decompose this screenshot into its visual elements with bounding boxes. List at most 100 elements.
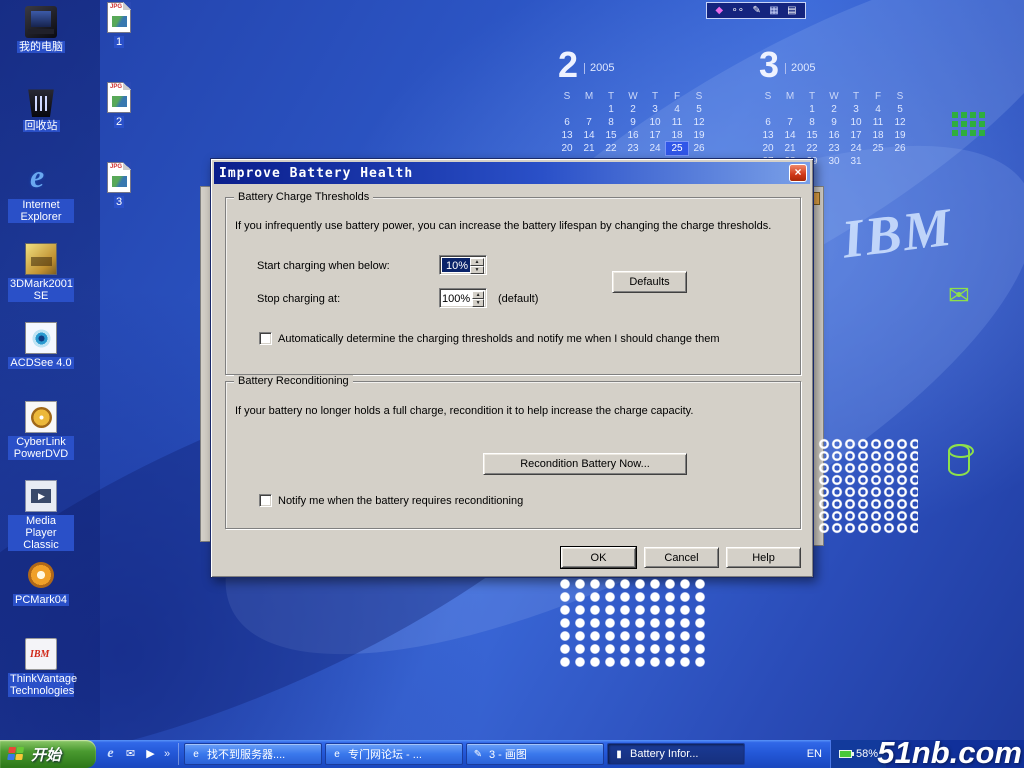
spin-down-button[interactable]: ▼ [472, 299, 484, 307]
desktop-icon-column: 我的电脑回收站 Internet Explorer3DMark2001 SE ACD… [8, 6, 74, 717]
calendar-day [779, 103, 801, 116]
mpc-icon [25, 480, 57, 512]
calendar-year: 2005 [584, 63, 614, 74]
calendar-day-header: S [556, 90, 578, 103]
spin-down-button[interactable]: ▼ [470, 266, 484, 274]
desktop-icon-label: 3 [114, 196, 124, 208]
calendar-day: 3 [845, 103, 867, 116]
desktop-icon-jpg-3[interactable]: JPG 3 [96, 162, 142, 242]
stop-charging-spinner[interactable]: 100% ▲ ▼ [439, 288, 487, 308]
overflow-chevron-icon[interactable]: » [163, 746, 171, 762]
powerdvd-icon [25, 401, 57, 433]
calendar-day: 31 [845, 155, 867, 168]
language-indicator[interactable]: EN [799, 748, 830, 760]
calendar-day: 24 [845, 142, 867, 155]
improve-battery-health-dialog: Improve Battery Health × Battery Charge … [210, 158, 814, 578]
calendar-year: 2005 [785, 63, 815, 74]
desktop-icon-mpc[interactable]: Media Player Classic [8, 480, 74, 559]
taskbar-task-server-not-found[interactable]: e找不到服务器.... [184, 743, 322, 765]
auto-determine-checkbox[interactable]: Automatically determine the charging thr… [259, 332, 719, 345]
calendar-day: 9 [622, 116, 644, 129]
start-charging-spinner[interactable]: 10% ▲ ▼ [439, 255, 487, 275]
start-button[interactable]: 开始 [0, 740, 96, 768]
desktop-icon-label: PCMark04 [13, 594, 69, 606]
pen-icon[interactable]: ✎ [752, 6, 760, 16]
calendar-day: 18 [867, 129, 889, 142]
calendar-day-header: M [578, 90, 600, 103]
desktop-icon-powerdvd[interactable]: CyberLink PowerDVD [8, 401, 74, 480]
recondition-battery-button[interactable]: Recondition Battery Now... [483, 453, 687, 475]
battery-icon: ▮ [612, 749, 626, 760]
desktop-icon-my-computer[interactable]: 我的电脑 [8, 6, 74, 85]
desktop-icon-internet-explorer[interactable]: Internet Explorer [8, 164, 74, 243]
envelope-icon: ✉ [948, 282, 970, 308]
diamond-icon[interactable]: ◆ [715, 6, 723, 16]
quick-launch-ie-icon[interactable]: e [103, 746, 118, 762]
ok-button[interactable]: OK [561, 547, 636, 568]
start-charging-value[interactable]: 10% [442, 258, 470, 272]
spinner-buttons: ▲ ▼ [472, 291, 484, 305]
jpg-file-icon: JPG [107, 2, 131, 33]
grid-icon[interactable]: ▦ [769, 6, 778, 16]
desktop-icon-label: 我的电脑 [17, 41, 65, 53]
ibm-logo: IBM [839, 195, 957, 270]
calendar-day: 7 [779, 116, 801, 129]
desktop-icon-label: ACDSee 4.0 [8, 357, 73, 369]
desktop-icon-jpg-1[interactable]: JPG1 [96, 2, 142, 82]
desktop-icon-jpg-2[interactable]: JPG2 [96, 82, 142, 162]
help-button[interactable]: Help [726, 547, 801, 568]
taskbar-task-forum[interactable]: e专门网论坛 - ... [325, 743, 463, 765]
calendar-day: 14 [578, 129, 600, 142]
calendar-day-header: S [889, 90, 911, 103]
desktop-icon-thinkvantage[interactable]: ThinkVantage Technologies [8, 638, 74, 717]
taskbar-task-battery-information[interactable]: ▮Battery Infor... [607, 743, 745, 765]
dialog-titlebar[interactable]: Improve Battery Health × [214, 162, 810, 184]
quick-launch-mail-icon[interactable]: ✉ [123, 746, 138, 762]
checkbox-box[interactable] [259, 494, 272, 507]
task-label: 找不到服务器.... [207, 746, 285, 762]
calendar-day: 3 [644, 103, 666, 116]
task-buttons: e找不到服务器....e专门网论坛 - ...✎3 - 画图▮Battery I… [184, 743, 745, 765]
calendar-day: 15 [801, 129, 823, 142]
calendar-day: 17 [644, 129, 666, 142]
notify-reconditioning-checkbox[interactable]: Notify me when the battery requires reco… [259, 494, 523, 507]
calendar-day: 13 [757, 129, 779, 142]
stop-charging-value[interactable]: 100% [442, 291, 472, 305]
calendar-day: 10 [845, 116, 867, 129]
quick-launch-player-icon[interactable]: ▶ [143, 746, 158, 762]
calendar-day: 15 [600, 129, 622, 142]
calendar-day: 8 [801, 116, 823, 129]
document-icon[interactable]: ▤ [787, 6, 796, 16]
dots-icon[interactable]: ∘∘ [732, 6, 745, 16]
desktop-icon-3dmark2001[interactable]: 3DMark2001 SE [8, 243, 74, 322]
calendar-day: 22 [801, 142, 823, 155]
taskbar: 开始 e ✉ ▶ » e找不到服务器....e专门网论坛 - ...✎3 - 画图▮B… [0, 740, 1024, 768]
desktop-icon-pcmark04[interactable]: PCMark04 [8, 559, 74, 638]
jpg-file-icon: JPG [107, 162, 131, 193]
spin-up-button[interactable]: ▲ [472, 291, 484, 299]
checkbox-label: Notify me when the battery requires reco… [278, 495, 523, 507]
calendar-day-header: T [801, 90, 823, 103]
desktop-icon-acdsee[interactable]: ACDSee 4.0 [8, 322, 74, 401]
calendar-day: 30 [823, 155, 845, 168]
green-grid-icon [952, 112, 958, 118]
taskbar-task-paint[interactable]: ✎3 - 画图 [466, 743, 604, 765]
cancel-button[interactable]: Cancel [644, 547, 719, 568]
desktop-icon-label: 回收站 [23, 120, 60, 132]
my-computer-icon [25, 6, 57, 38]
calendar-day: 2 [823, 103, 845, 116]
internet-explorer-icon [25, 164, 57, 196]
group-title: Battery Charge Thresholds [234, 191, 373, 204]
spin-up-button[interactable]: ▲ [470, 258, 484, 266]
desktop-icon-recycle-bin[interactable]: 回收站 [8, 85, 74, 164]
close-button[interactable]: × [789, 164, 807, 182]
calendar-day: 22 [600, 142, 622, 155]
desktop-icon-label: Media Player Classic [8, 515, 74, 551]
calendar-day: 23 [823, 142, 845, 155]
quick-launch: e ✉ ▶ » [96, 743, 179, 765]
calendar-day: 1 [801, 103, 823, 116]
calendar-day: 11 [867, 116, 889, 129]
defaults-button[interactable]: Defaults [612, 271, 687, 293]
thinkvantage-icon [25, 638, 57, 670]
checkbox-box[interactable] [259, 332, 272, 345]
